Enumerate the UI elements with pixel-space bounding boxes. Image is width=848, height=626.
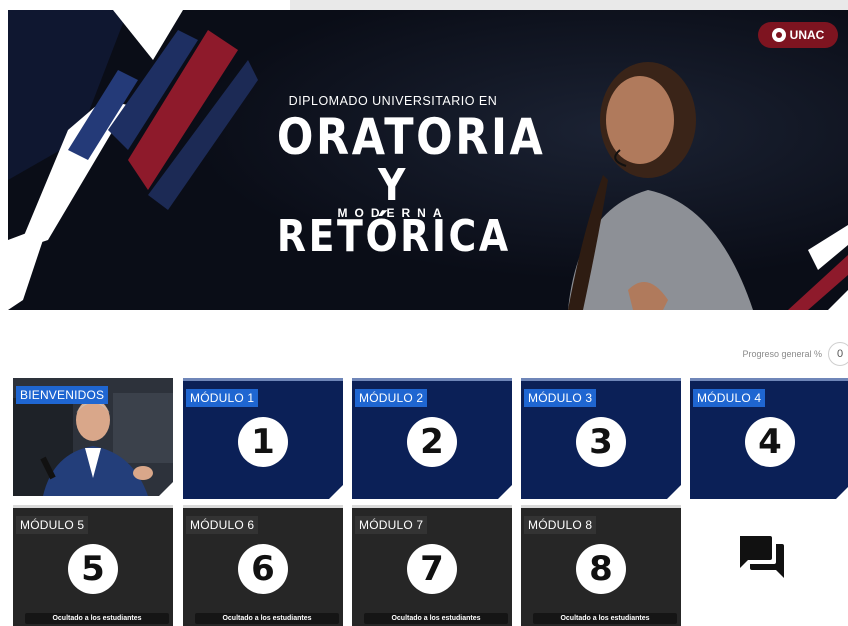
tile-modulo-3[interactable]: MÓDULO 3 3 [521, 378, 681, 499]
tile-label: MÓDULO 3 [524, 389, 597, 407]
top-strip-grey [290, 0, 848, 10]
unac-logo: UNAC [758, 22, 838, 48]
tile-modulo-8[interactable]: MÓDULO 8 8 Ocultado a los estudiantes [521, 505, 681, 626]
module-number: 5 [68, 544, 118, 594]
tile-label: MÓDULO 4 [693, 389, 766, 407]
tile-modulo-2[interactable]: MÓDULO 2 2 [352, 378, 512, 499]
module-number: 3 [576, 417, 626, 467]
general-progress: Progreso general % 0 [742, 342, 848, 366]
module-number: 1 [238, 417, 288, 467]
hidden-status-badge: Ocultado a los estudiantes [364, 613, 508, 624]
tile-label: BIENVENIDOS [16, 386, 109, 404]
forum-chat-icon[interactable] [738, 534, 786, 580]
tile-label: MÓDULO 1 [186, 389, 259, 407]
progress-circle: 0 [828, 342, 848, 366]
hidden-status-badge: Ocultado a los estudiantes [195, 613, 339, 624]
module-number: 4 [745, 417, 795, 467]
module-number: 7 [407, 544, 457, 594]
tile-modulo-5[interactable]: MÓDULO 5 5 Ocultado a los estudiantes [13, 505, 173, 626]
banner-subtitle: MODERNA [337, 206, 449, 220]
hidden-status-badge: Ocultado a los estudiantes [533, 613, 677, 624]
tile-corner [667, 485, 681, 499]
banner-kicker: DIPLOMADO UNIVERSITARIO EN [288, 94, 498, 108]
hidden-status-badge: Ocultado a los estudiantes [25, 613, 169, 624]
tile-corner [498, 485, 512, 499]
tile-label: MÓDULO 7 [355, 516, 428, 534]
course-banner: DIPLOMADO UNIVERSITARIO EN ORATORIA Y RE… [8, 10, 848, 310]
tile-bienvenidos[interactable]: BIENVENIDOS [13, 378, 173, 496]
top-strip [0, 0, 848, 10]
module-number: 8 [576, 544, 626, 594]
tile-label: MÓDULO 5 [16, 516, 89, 534]
progress-label: Progreso general % [742, 349, 822, 359]
tile-modulo-7[interactable]: MÓDULO 7 7 Ocultado a los estudiantes [352, 505, 512, 626]
tile-label: MÓDULO 8 [524, 516, 597, 534]
module-number: 2 [407, 417, 457, 467]
module-number: 6 [238, 544, 288, 594]
tile-label: MÓDULO 6 [186, 516, 259, 534]
tile-modulo-1[interactable]: MÓDULO 1 1 [183, 378, 343, 499]
tile-label: MÓDULO 2 [355, 389, 428, 407]
unac-logo-icon [771, 28, 786, 42]
tile-modulo-6[interactable]: MÓDULO 6 6 Ocultado a los estudiantes [183, 505, 343, 626]
tile-corner [329, 485, 343, 499]
tile-corner [159, 482, 173, 496]
tile-corner [836, 485, 848, 499]
tile-modulo-4[interactable]: MÓDULO 4 4 [690, 378, 848, 499]
banner-title-line1: ORATORIA [276, 108, 546, 166]
unac-logo-text: UNAC [789, 28, 825, 42]
